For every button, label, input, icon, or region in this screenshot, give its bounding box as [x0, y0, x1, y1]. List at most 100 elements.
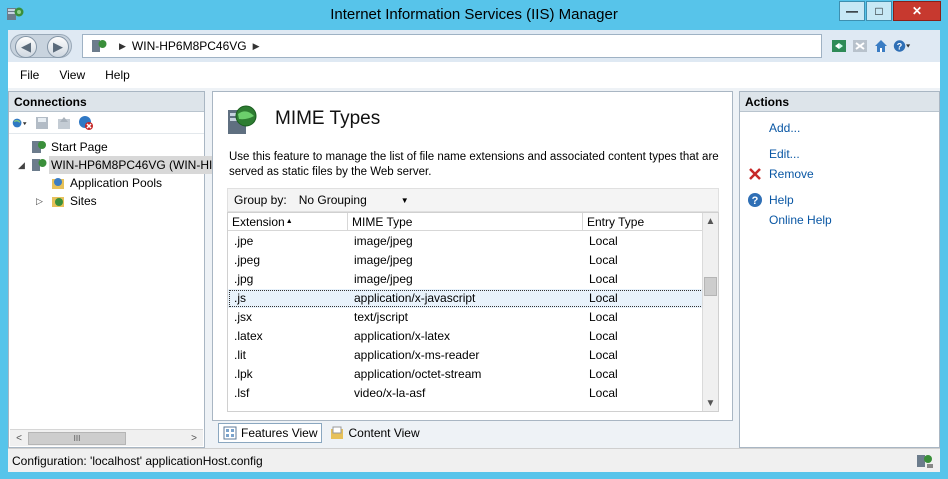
expand-arrow-icon[interactable]: ▷ [36, 192, 43, 210]
nav-buttons: ◀ ▶ [10, 34, 72, 58]
scroll-down-icon[interactable]: ▼ [703, 395, 718, 411]
refresh-icon[interactable] [830, 37, 848, 55]
action-add[interactable]: Add... [740, 118, 939, 138]
group-by-select[interactable]: No Grouping ▼ [295, 191, 413, 209]
chevron-down-icon: ▼ [400, 195, 409, 205]
scroll-right-icon[interactable]: > [186, 431, 202, 446]
tab-label: Content View [348, 426, 420, 440]
svg-text:?: ? [897, 41, 903, 51]
action-label: Edit... [769, 147, 800, 161]
disconnect-icon[interactable] [78, 115, 94, 131]
window-title: Internet Information Services (IIS) Mana… [330, 6, 618, 23]
sites-icon [52, 197, 64, 207]
help-menu-icon[interactable]: ? [893, 37, 911, 55]
cell-entry-type: Local [589, 234, 618, 248]
view-tabs: Features View Content View [218, 423, 424, 445]
scroll-thumb[interactable] [704, 277, 717, 296]
forward-button[interactable]: ▶ [47, 36, 69, 58]
tree-item-start-page[interactable]: Start Page [9, 138, 204, 156]
connections-hscrollbar[interactable]: < III > [10, 429, 203, 446]
action-list: Add... Edit... Remove ? Help Online Help [740, 118, 939, 230]
column-label: Extension [232, 215, 285, 229]
actions-panel: Actions Add... Edit... Remove ? Help Onl… [739, 91, 940, 448]
table-row[interactable]: .latex application/x-latex Local [228, 327, 704, 346]
cell-entry-type: Local [589, 291, 618, 305]
group-by-value: No Grouping [298, 193, 367, 207]
actions-header: Actions [740, 92, 939, 112]
tab-content-view[interactable]: Content View [326, 423, 423, 443]
action-online-help[interactable]: Online Help [740, 210, 939, 230]
connections-header: Connections [9, 92, 204, 112]
feature-description: Use this feature to manage the list of f… [229, 151, 719, 178]
collapse-arrow-icon[interactable]: ◢ [18, 156, 25, 174]
table-row[interactable]: .jpe image/jpeg Local [228, 232, 704, 251]
column-label: Entry Type [587, 215, 645, 229]
breadcrumb-server[interactable]: WIN-HP6M8PC46VG [132, 39, 247, 53]
column-header-extension[interactable]: Extension▲ [228, 213, 348, 231]
table-row[interactable]: .jsx text/jscript Local [228, 308, 704, 327]
table-row[interactable]: .lsf video/x-la-asf Local [228, 384, 704, 403]
action-label: Remove [769, 167, 814, 181]
tree-item-sites[interactable]: ▷ Sites [9, 192, 204, 210]
breadcrumb-separator: ▶ [119, 40, 126, 51]
server-icon [92, 40, 107, 52]
cell-entry-type: Local [589, 310, 618, 324]
scroll-thumb[interactable]: III [28, 432, 126, 445]
action-label: Help [769, 193, 794, 207]
minimize-button[interactable]: — [839, 1, 865, 21]
cell-mime-type: image/jpeg [354, 253, 413, 267]
grid-header: Extension▲ MIME Type Entry Type [228, 213, 704, 231]
save-icon[interactable] [34, 115, 50, 131]
features-view-icon [223, 426, 237, 440]
status-bar: Configuration: 'localhost' applicationHo… [8, 448, 940, 472]
menu-help[interactable]: Help [105, 68, 130, 82]
close-button[interactable]: ✕ [893, 1, 941, 21]
column-header-mime-type[interactable]: MIME Type [348, 213, 583, 231]
action-edit[interactable]: Edit... [740, 144, 939, 164]
cell-entry-type: Local [589, 348, 618, 362]
up-level-icon[interactable] [56, 115, 72, 131]
maximize-button[interactable]: □ [866, 1, 892, 21]
column-header-entry-type[interactable]: Entry Type [583, 213, 704, 231]
grid-vscrollbar[interactable]: ▲ ▼ [702, 213, 718, 411]
svg-text:?: ? [752, 195, 759, 207]
back-button[interactable]: ◀ [15, 36, 37, 58]
tree-label: Start Page [51, 140, 108, 154]
cell-mime-type: application/x-latex [354, 329, 451, 343]
cell-extension: .lpk [234, 367, 253, 381]
action-remove[interactable]: Remove [740, 164, 939, 184]
table-row[interactable]: .lpk application/octet-stream Local [228, 365, 704, 384]
connections-panel: Connections Start Page ◢ WIN-HP6M8PC46VG… [8, 91, 215, 448]
table-row[interactable]: .jpeg image/jpeg Local [228, 251, 704, 270]
cell-mime-type: application/x-ms-reader [354, 348, 480, 362]
stop-icon[interactable] [851, 37, 869, 55]
forward-arrow-icon: ▶ [53, 39, 63, 54]
breadcrumb-separator[interactable]: ▶ [253, 41, 260, 52]
action-help[interactable]: ? Help [740, 190, 939, 210]
tree-label: Sites [70, 194, 97, 208]
start-page-icon [32, 141, 46, 153]
mime-types-feature-panel: MIME Types Use this feature to manage th… [212, 91, 733, 421]
tree-item-server[interactable]: ◢ WIN-HP6M8PC46VG (WIN-HI [9, 156, 215, 174]
title-bar[interactable]: Internet Information Services (IIS) Mana… [0, 0, 948, 30]
connect-globe-icon[interactable] [12, 115, 28, 131]
navigation-bar: ◀ ▶ ▶ WIN-HP6M8PC46VG ▶ ? [8, 30, 940, 62]
cell-extension: .jsx [234, 310, 252, 324]
scroll-left-icon[interactable]: < [11, 431, 27, 446]
home-icon[interactable] [872, 37, 890, 55]
tab-features-view[interactable]: Features View [218, 423, 323, 443]
server-icon [32, 159, 47, 171]
cell-entry-type: Local [589, 386, 618, 400]
table-row-selected[interactable]: .js application/x-javascript Local [228, 289, 704, 308]
tree-item-application-pools[interactable]: Application Pools [9, 174, 204, 192]
address-box[interactable]: ▶ WIN-HP6M8PC46VG ▶ [82, 34, 822, 58]
action-label: Add... [769, 121, 801, 135]
table-row[interactable]: .lit application/x-ms-reader Local [228, 346, 704, 365]
menu-file[interactable]: File [20, 68, 39, 82]
table-row[interactable]: .jpg image/jpeg Local [228, 270, 704, 289]
cell-extension: .jpeg [234, 253, 261, 267]
content-view-icon [331, 426, 344, 439]
scroll-up-icon[interactable]: ▲ [703, 213, 718, 229]
group-by-label: Group by: [234, 193, 287, 207]
menu-view[interactable]: View [59, 68, 85, 82]
